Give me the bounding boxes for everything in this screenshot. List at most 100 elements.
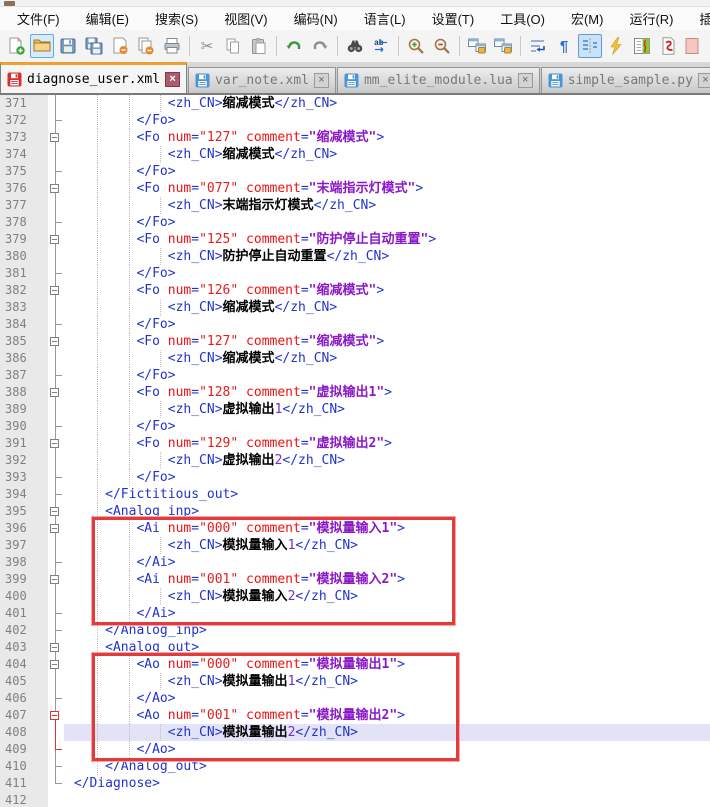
menu-item[interactable]: 编码(N) (281, 7, 351, 30)
fold-margin[interactable] (48, 622, 64, 639)
fold-margin[interactable] (48, 333, 64, 350)
fold-margin[interactable] (48, 673, 64, 690)
close-icon[interactable] (108, 34, 132, 58)
code-text[interactable]: <Analog_out> (64, 639, 710, 656)
code-text[interactable]: <zh_CN>末端指示灯模式</zh_CN> (64, 197, 710, 214)
fold-margin[interactable] (48, 469, 64, 486)
find-icon[interactable] (343, 34, 367, 58)
code-text[interactable]: <zh_CN>缩减模式</zh_CN> (64, 95, 710, 112)
fold-margin[interactable] (48, 401, 64, 418)
code-editor[interactable]: 371 <zh_CN>缩减模式</zh_CN>372 </Fo>373 <Fo … (0, 95, 710, 807)
fold-margin[interactable] (48, 639, 64, 656)
fold-margin[interactable] (48, 690, 64, 707)
code-text[interactable]: <zh_CN>缩减模式</zh_CN> (64, 146, 710, 163)
fold-margin[interactable] (48, 248, 64, 265)
code-text[interactable]: <zh_CN>模拟量输入1</zh_CN> (64, 537, 710, 554)
fold-margin[interactable] (48, 367, 64, 384)
print-icon[interactable] (160, 34, 184, 58)
fold-toggle-icon[interactable] (50, 388, 59, 397)
code-text[interactable]: <zh_CN>模拟量输入2</zh_CN> (64, 588, 710, 605)
menu-item[interactable]: 视图(V) (211, 7, 280, 30)
code-text[interactable]: </Fo> (64, 367, 710, 384)
fold-margin[interactable] (48, 656, 64, 673)
fold-margin[interactable] (48, 537, 64, 554)
code-text[interactable]: </Analog_inp> (64, 622, 710, 639)
tab-close-icon[interactable]: × (698, 73, 710, 88)
fold-margin[interactable] (48, 146, 64, 163)
fold-margin[interactable] (48, 486, 64, 503)
replace-icon[interactable]: ab (369, 34, 393, 58)
fold-toggle-icon[interactable] (50, 507, 59, 516)
code-text[interactable]: <zh_CN>虚拟输出2</zh_CN> (64, 452, 710, 469)
code-text[interactable]: </Ao> (64, 741, 710, 758)
fold-toggle-icon[interactable] (50, 439, 59, 448)
fold-margin[interactable] (48, 520, 64, 537)
code-text[interactable]: <Ao num="001" comment="模拟量输出2"> (64, 707, 710, 724)
code-text[interactable]: <Ao num="000" comment="模拟量输出1"> (64, 656, 710, 673)
fold-margin[interactable] (48, 350, 64, 367)
tab-close-icon[interactable]: × (165, 72, 180, 87)
code-text[interactable] (64, 792, 710, 807)
fold-margin[interactable] (48, 554, 64, 571)
code-text[interactable]: </Ai> (64, 605, 710, 622)
code-text[interactable]: <Fo num="129" comment="虚拟输出2"> (64, 435, 710, 452)
code-text[interactable]: </Ao> (64, 690, 710, 707)
sync-scroll-horizontal-icon[interactable] (491, 34, 515, 58)
redo-icon[interactable] (308, 34, 332, 58)
menu-item[interactable]: 编辑(E) (73, 7, 142, 30)
code-text[interactable]: </Analog_out> (64, 758, 710, 775)
fold-toggle-icon[interactable] (50, 133, 59, 142)
save-all-icon[interactable] (82, 34, 106, 58)
menu-item[interactable]: 语言(L) (351, 7, 419, 30)
fold-margin[interactable] (48, 163, 64, 180)
current-line-text[interactable]: <zh_CN>模拟量输出2</zh_CN> (64, 724, 710, 741)
code-text[interactable]: </Fo> (64, 469, 710, 486)
word-wrap-icon[interactable] (526, 34, 550, 58)
tab-var_note.xml[interactable]: var_note.xml× (188, 67, 336, 93)
tab-close-icon[interactable]: × (518, 73, 533, 88)
show-all-characters-icon[interactable]: ¶ (552, 34, 576, 58)
code-text[interactable]: <Analog_inp> (64, 503, 710, 520)
code-text[interactable]: <zh_CN>虚拟输出1</zh_CN> (64, 401, 710, 418)
code-text[interactable]: <Fo num="125" comment="防护停止自动重置"> (64, 231, 710, 248)
code-text[interactable]: </Fo> (64, 112, 710, 129)
fold-margin[interactable] (48, 112, 64, 129)
menu-item[interactable]: 插件(P) (687, 7, 710, 30)
code-text[interactable]: <zh_CN>防护停止自动重置</zh_CN> (64, 248, 710, 265)
code-text[interactable]: <Fo num="127" comment="缩减模式"> (64, 333, 710, 350)
tab-diagnose_user.xml[interactable]: diagnose_user.xml× (0, 62, 187, 93)
code-text[interactable]: <Fo num="126" comment="缩减模式"> (64, 282, 710, 299)
code-text[interactable]: </Fo> (64, 418, 710, 435)
tab-simple_sample.py[interactable]: simple_sample.py× (541, 67, 710, 93)
fold-margin[interactable] (48, 724, 64, 741)
copy-icon[interactable] (221, 34, 245, 58)
fold-margin[interactable] (48, 605, 64, 622)
code-text[interactable]: <Fo num="128" comment="虚拟输出1"> (64, 384, 710, 401)
code-text[interactable]: <Ai num="000" comment="模拟量输入1"> (64, 520, 710, 537)
code-text[interactable]: <zh_CN>缩减模式</zh_CN> (64, 350, 710, 367)
fold-margin[interactable] (48, 214, 64, 231)
fold-toggle-icon[interactable] (50, 711, 59, 720)
code-text[interactable]: <Fo num="127" comment="缩减模式"> (64, 129, 710, 146)
fold-margin[interactable] (48, 231, 64, 248)
plugin-partial-icon[interactable] (682, 34, 706, 58)
fold-margin[interactable] (48, 588, 64, 605)
save-icon[interactable] (56, 34, 80, 58)
code-text[interactable]: </Fictitious_out> (64, 486, 710, 503)
fold-toggle-icon[interactable] (50, 524, 59, 533)
undo-icon[interactable] (282, 34, 306, 58)
new-file-icon[interactable] (4, 34, 28, 58)
fold-toggle-icon[interactable] (50, 286, 59, 295)
fold-margin[interactable] (48, 758, 64, 775)
fold-margin[interactable] (48, 384, 64, 401)
close-all-icon[interactable] (134, 34, 158, 58)
menu-item[interactable]: 宏(M) (558, 7, 617, 30)
fold-margin[interactable] (48, 299, 64, 316)
code-text[interactable]: </Diagnose> (64, 775, 710, 792)
fold-margin[interactable] (48, 197, 64, 214)
menu-item[interactable]: 设置(T) (419, 7, 488, 30)
fold-margin[interactable] (48, 265, 64, 282)
menu-item[interactable]: 工具(O) (487, 7, 558, 30)
code-text[interactable]: <Fo num="077" comment="末端指示灯模式"> (64, 180, 710, 197)
fold-margin[interactable] (48, 316, 64, 333)
